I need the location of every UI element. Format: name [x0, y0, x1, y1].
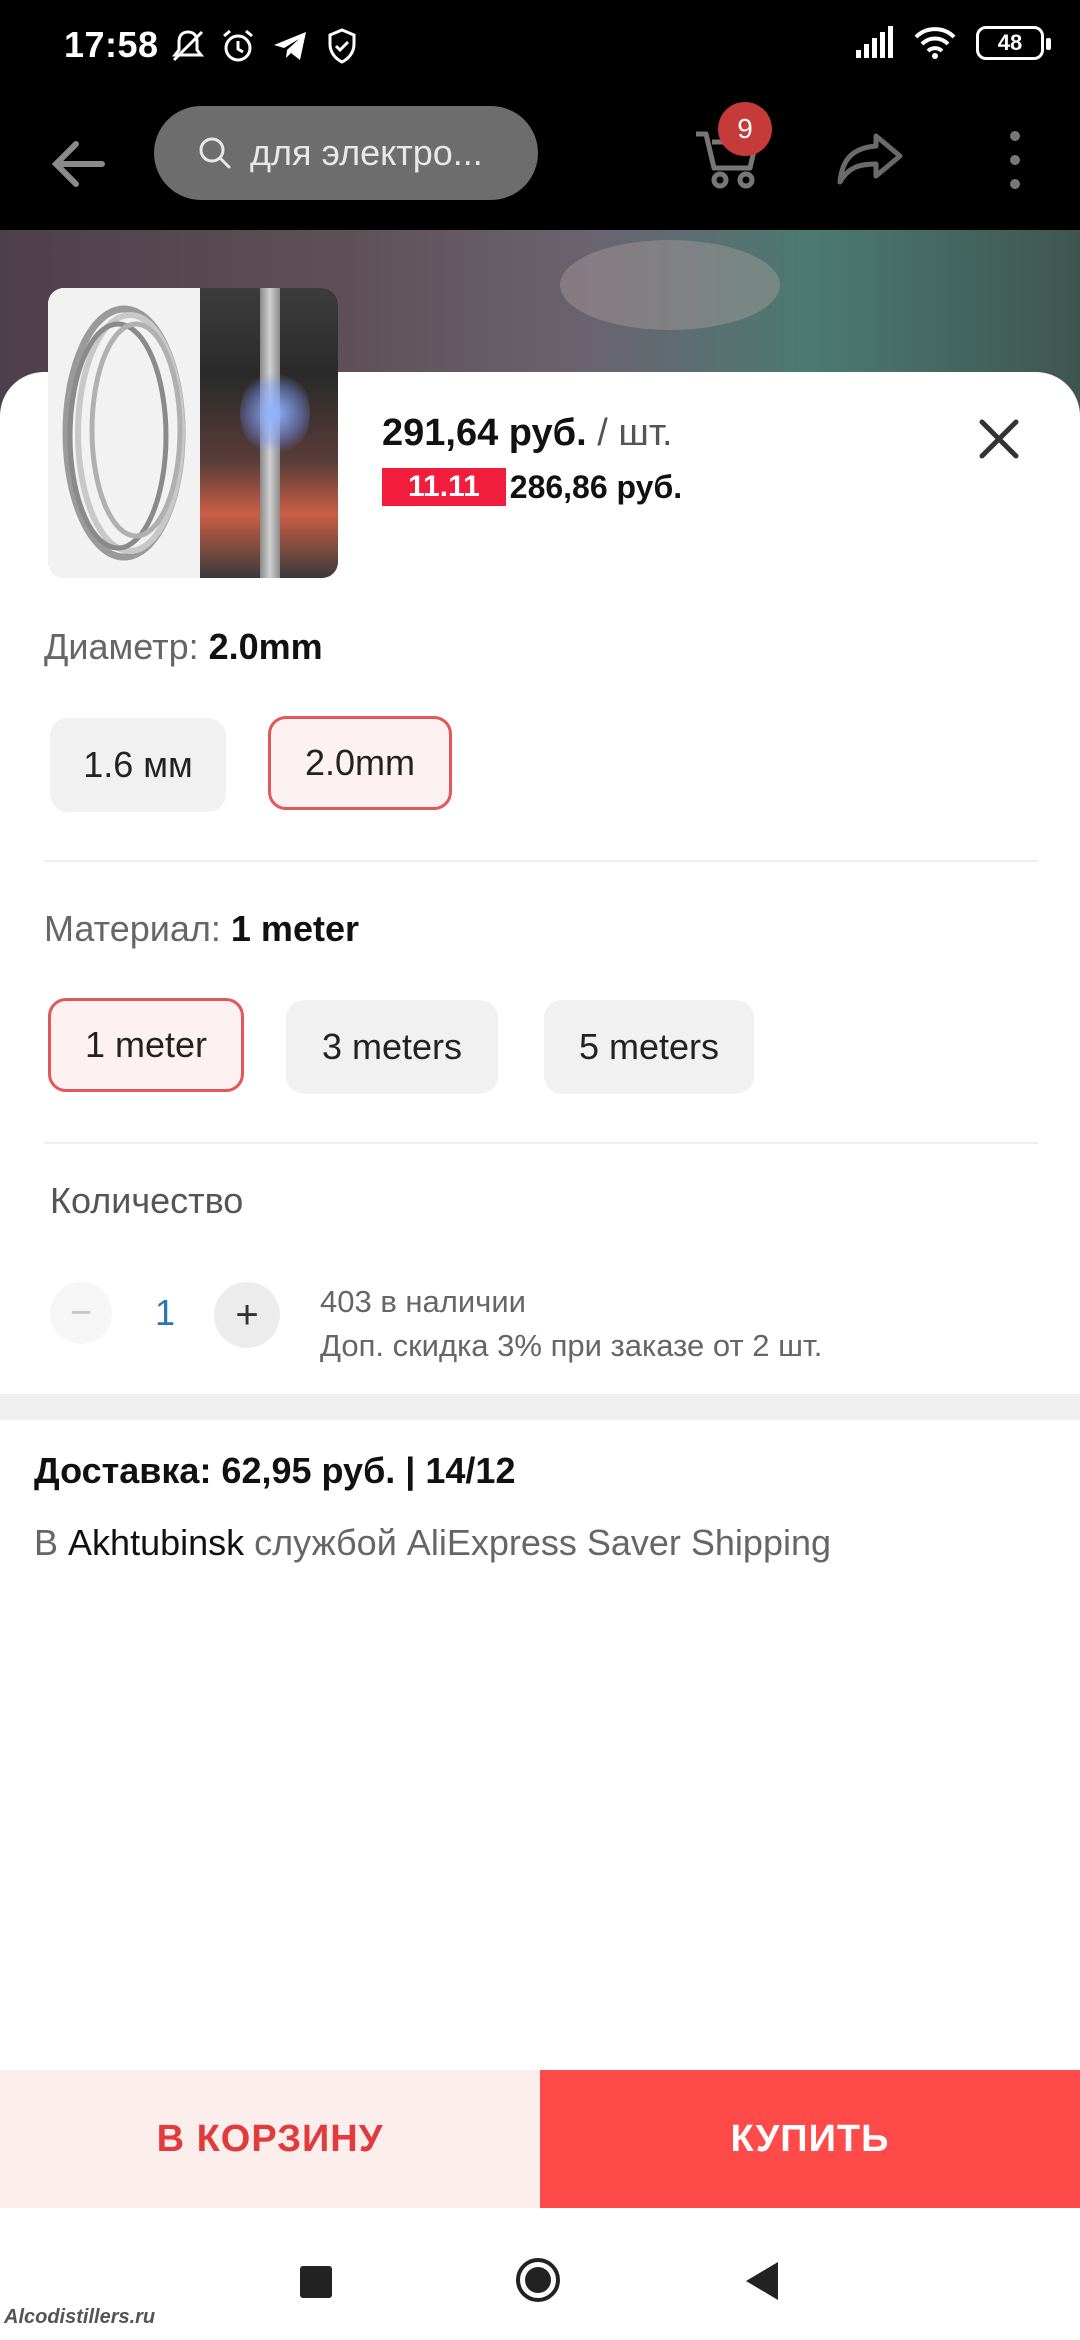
diameter-label-text: Диаметр: — [44, 626, 199, 667]
delivery-city: Akhtubinsk — [68, 1522, 245, 1563]
system-nav-bar — [0, 2208, 1080, 2340]
section-separator — [0, 1394, 1080, 1420]
buy-now-button[interactable]: КУПИТЬ — [540, 2070, 1080, 2208]
quantity-decrease-button[interactable]: − — [50, 1282, 112, 1344]
product-price: 291,64 руб. / шт. — [382, 412, 673, 455]
quantity-increase-button[interactable]: + — [214, 1282, 280, 1348]
more-options-icon[interactable] — [1000, 122, 1030, 198]
price-value: 291,64 руб. — [382, 412, 587, 454]
stock-count: 403 в наличии — [320, 1284, 526, 1319]
search-query: для электро... — [250, 132, 483, 173]
promo-price-row: 11.11 286,86 руб. — [382, 468, 682, 506]
recents-icon[interactable] — [300, 2266, 332, 2298]
telegram-icon — [274, 32, 306, 60]
diameter-option-1-6mm[interactable]: 1.6 мм — [50, 718, 226, 812]
alarm-icon — [223, 29, 253, 62]
signal-icon — [856, 26, 893, 58]
product-thumbnail — [48, 288, 338, 578]
promo-price: 286,86 руб. — [509, 468, 683, 505]
stock-info: 403 в наличии Доп. скидка 3% при заказе … — [320, 1280, 822, 1368]
status-bar: 17:58 48 — [0, 0, 1080, 96]
quantity-value[interactable]: 1 — [150, 1292, 180, 1334]
back-triangle-icon[interactable] — [742, 2260, 782, 2302]
share-icon[interactable] — [836, 122, 908, 194]
quantity-label: Количество — [50, 1180, 244, 1221]
material-option-5-meters[interactable]: 5 meters — [544, 1000, 754, 1094]
delivery-prefix: В — [34, 1522, 59, 1563]
battery-level: 48 — [997, 30, 1023, 55]
delivery-description[interactable]: В Akhtubinsk службой AliExpress Saver Sh… — [34, 1522, 831, 1564]
add-to-cart-button[interactable]: В КОРЗИНУ — [0, 2070, 540, 2208]
battery-icon: 48 — [976, 26, 1051, 60]
material-label-text: Материал: — [44, 908, 221, 949]
wire-coil-image — [62, 305, 186, 561]
app-bar: для электро... 9 — [0, 96, 1080, 230]
promo-badge: 11.11 — [382, 468, 506, 506]
shield-icon — [328, 28, 356, 64]
back-arrow-icon[interactable] — [40, 126, 116, 202]
material-selected: 1 meter — [230, 908, 359, 949]
delivery-title: Доставка: 62,95 руб. | 14/12 — [34, 1450, 516, 1491]
bulk-discount-note: Доп. скидка 3% при заказе от 2 шт. — [320, 1328, 823, 1363]
search-icon — [199, 137, 231, 169]
diameter-label: Диаметр: 2.0mm — [44, 626, 323, 668]
divider — [44, 1142, 1038, 1144]
diameter-selected: 2.0mm — [208, 626, 323, 667]
wifi-icon — [914, 27, 956, 59]
material-label: Материал: 1 meter — [44, 908, 359, 950]
delivery-method: службой AliExpress Saver Shipping — [254, 1522, 832, 1563]
material-option-1-meter[interactable]: 1 meter — [48, 998, 244, 1092]
divider — [44, 860, 1038, 862]
cart-count-badge: 9 — [718, 102, 772, 156]
mute-icon — [171, 30, 205, 62]
status-time: 17:58 — [64, 24, 159, 65]
watermark: Alcodistillers.ru — [4, 2306, 156, 2328]
price-unit: / шт. — [597, 412, 673, 454]
close-icon[interactable] — [974, 414, 1024, 464]
home-icon[interactable] — [514, 2256, 562, 2304]
material-option-3-meters[interactable]: 3 meters — [286, 1000, 498, 1094]
search-bar[interactable]: для электро... — [154, 106, 538, 200]
diameter-option-2-0mm[interactable]: 2.0mm — [268, 716, 452, 810]
